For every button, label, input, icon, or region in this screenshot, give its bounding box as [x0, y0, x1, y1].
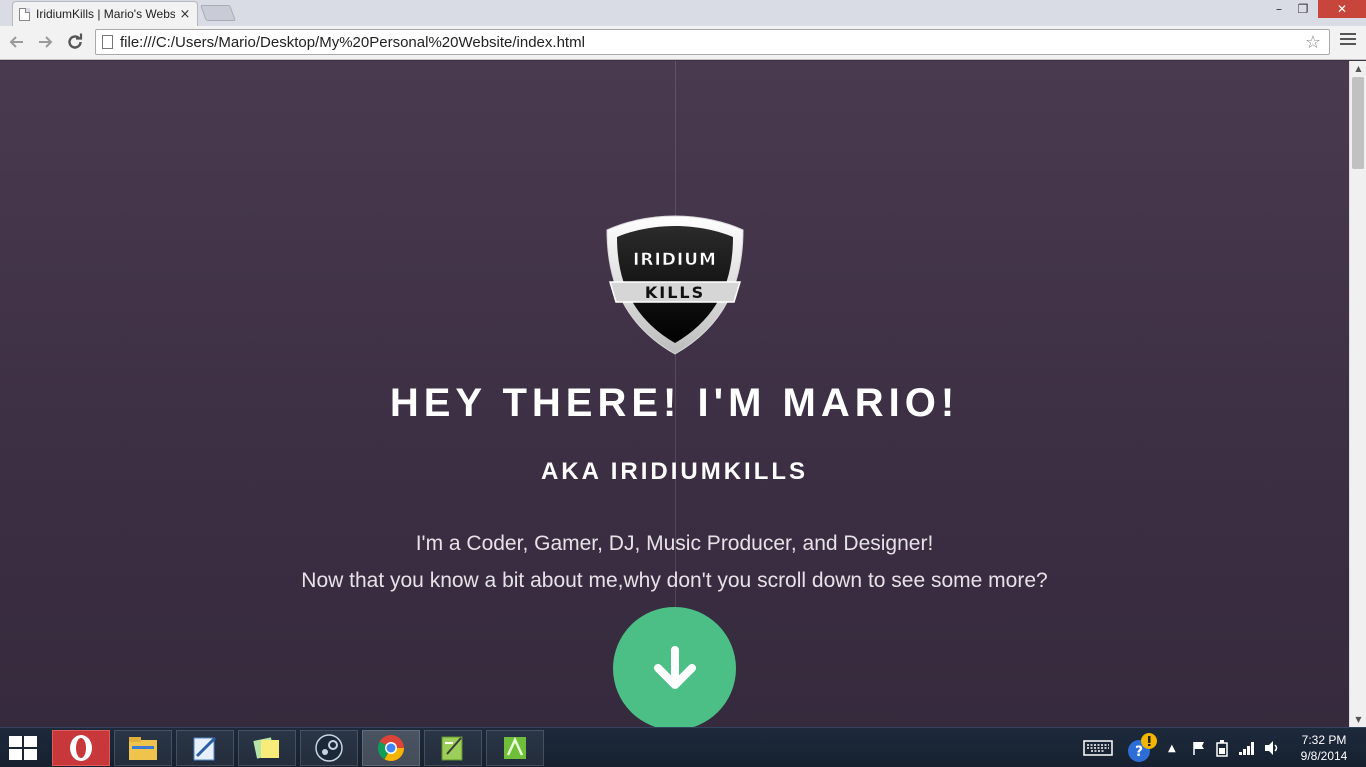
- page-favicon-icon: [19, 7, 30, 21]
- taskbar-app[interactable]: [486, 730, 544, 766]
- browser-toolbar: file:///C:/Users/Mario/Desktop/My%20Pers…: [0, 26, 1366, 60]
- logo-bottom-word: KILLS: [645, 283, 705, 302]
- close-window-button[interactable]: ✕: [1318, 0, 1366, 18]
- clock-time: 7:32 PM: [1301, 733, 1347, 747]
- clock-date: 9/8/2014: [1300, 749, 1348, 763]
- minimize-button[interactable]: –: [1268, 0, 1290, 18]
- windows-taskbar: ? ▲ 7:32 PM 9/8/2014: [0, 727, 1366, 767]
- steam-icon: [315, 734, 343, 762]
- show-hidden-icons-icon[interactable]: ▲: [1168, 728, 1176, 767]
- new-tab-button[interactable]: [200, 5, 236, 21]
- hero-description: I'm a Coder, Gamer, DJ, Music Producer, …: [415, 532, 934, 555]
- touch-keyboard-icon[interactable]: [1083, 728, 1113, 767]
- scroll-down-button[interactable]: [613, 607, 736, 727]
- taskbar-notepad-plus-plus[interactable]: [424, 730, 482, 766]
- help-warning-icon[interactable]: ?: [1125, 728, 1159, 767]
- forward-button[interactable]: [34, 31, 56, 53]
- volume-icon[interactable]: [1263, 728, 1281, 767]
- sticky-notes-icon: [253, 737, 279, 759]
- action-center-flag-icon[interactable]: [1191, 728, 1207, 767]
- reload-icon: [68, 33, 83, 49]
- hero-title: HEY THERE! I'M MARIO!: [389, 381, 960, 425]
- forward-arrow-icon: [39, 36, 53, 48]
- browser-tab[interactable]: IridiumKills | Mario's Website ×: [12, 1, 198, 26]
- scroll-down-arrow-icon[interactable]: ▼: [1350, 712, 1366, 727]
- notepad-icon: [193, 736, 217, 761]
- reload-button[interactable]: [64, 31, 86, 53]
- scroll-up-arrow-icon[interactable]: ▲: [1350, 61, 1366, 76]
- taskbar-clock[interactable]: 7:32 PM 9/8/2014: [1284, 732, 1364, 764]
- file-explorer-icon: [129, 737, 157, 760]
- arrow-down-icon: [653, 645, 696, 689]
- network-signal-icon[interactable]: [1238, 728, 1256, 767]
- taskbar-steam[interactable]: [300, 730, 358, 766]
- back-button[interactable]: [6, 31, 28, 53]
- page-icon: [102, 35, 113, 49]
- app-icon: [504, 737, 526, 759]
- hero-scroll-prompt: Now that you know a bit about me,why don…: [301, 569, 1048, 592]
- tab-strip: IridiumKills | Mario's Website × – ❐ ✕: [0, 0, 1366, 26]
- page-viewport: IRIDIUM KILLS HEY THERE! I'M MARIO! AKA …: [0, 61, 1349, 727]
- tab-close-icon[interactable]: ×: [179, 7, 191, 22]
- bookmark-star-icon[interactable]: ☆: [1305, 32, 1321, 53]
- opera-icon: [70, 735, 92, 761]
- taskbar-notepad[interactable]: [176, 730, 234, 766]
- start-button[interactable]: [6, 734, 40, 762]
- hero-subtitle: AKA IRIDIUMKILLS: [540, 458, 809, 485]
- battery-power-icon[interactable]: [1214, 728, 1230, 767]
- page-scrollbar[interactable]: ▲ ▼: [1349, 61, 1366, 727]
- taskbar-file-explorer[interactable]: [114, 730, 172, 766]
- scrollbar-thumb[interactable]: [1352, 77, 1364, 169]
- taskbar-chrome[interactable]: [362, 730, 420, 766]
- chrome-menu-icon[interactable]: [1340, 33, 1356, 49]
- taskbar-opera[interactable]: [52, 730, 110, 766]
- iridiumkills-logo: IRIDIUM KILLS: [606, 215, 744, 355]
- back-arrow-icon: [9, 36, 23, 48]
- tab-title: IridiumKills | Mario's Website: [36, 7, 175, 21]
- address-bar[interactable]: file:///C:/Users/Mario/Desktop/My%20Pers…: [95, 29, 1330, 55]
- url-text[interactable]: file:///C:/Users/Mario/Desktop/My%20Pers…: [120, 34, 1305, 51]
- notepad-plus-plus-icon: [441, 736, 463, 761]
- taskbar-sticky-notes[interactable]: [238, 730, 296, 766]
- svg-text:?: ?: [1135, 744, 1143, 760]
- logo-top-word: IRIDIUM: [633, 250, 717, 270]
- chrome-icon: [377, 735, 405, 762]
- maximize-button[interactable]: ❐: [1292, 0, 1314, 18]
